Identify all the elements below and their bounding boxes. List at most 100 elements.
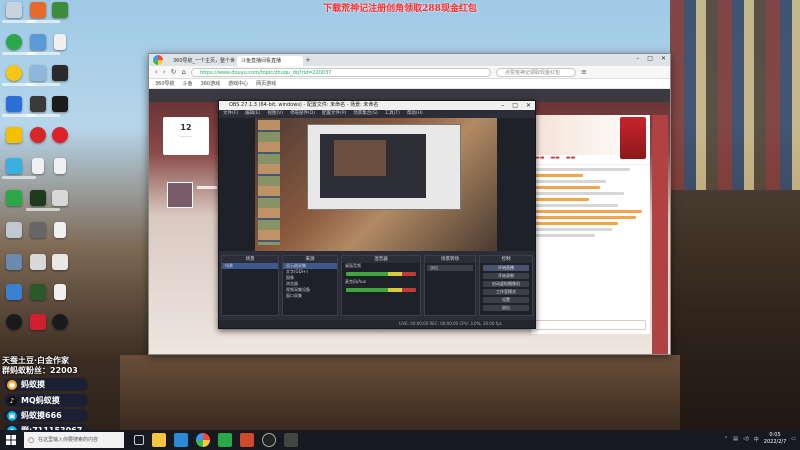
forward-icon[interactable]: › [163,68,166,76]
app-icon[interactable] [30,190,46,206]
app-icon[interactable] [52,190,68,206]
browser-360-icon[interactable] [196,433,210,447]
studio-mode-button[interactable]: 工作室模式 [483,289,529,295]
network-icon[interactable]: ▤ [733,436,738,442]
file-icon[interactable] [54,34,66,50]
browser-tab-active[interactable]: 斗鱼直播间看直播 [237,56,303,66]
avatar[interactable] [167,182,193,208]
windows-start-icon[interactable] [0,430,22,450]
chat-message [535,180,607,183]
obs-preview[interactable] [219,118,535,251]
app-icon[interactable] [6,65,22,81]
start-recording-button[interactable]: 开始录制 [483,273,529,279]
menu-tools[interactable]: 工具(T) [385,110,400,118]
app-icon[interactable] [52,314,68,330]
start-streaming-button[interactable]: 开始直播 [483,265,529,271]
bookmark-item[interactable]: 游戏中心 [228,80,248,87]
app-icon[interactable] [30,127,46,143]
app-icon[interactable] [6,254,22,270]
app-icon[interactable] [52,65,68,81]
notification-icon[interactable]: ▭ [791,436,796,442]
refresh-icon[interactable]: ↻ [171,68,177,76]
app-icon[interactable] [6,34,22,50]
file-explorer-icon[interactable] [152,433,166,447]
app-icon[interactable] [6,284,22,300]
app-icon[interactable] [30,314,46,330]
menu-view[interactable]: 视图(V) [267,110,283,118]
audio-meter[interactable] [346,288,416,292]
transition-select[interactable]: 淡出 [427,265,473,271]
app-icon[interactable] [6,96,22,112]
menu-file[interactable]: 文件(F) [223,110,238,118]
file-icon[interactable] [54,284,66,300]
qq-icon[interactable] [6,314,22,330]
app-icon[interactable] [6,127,22,143]
exit-button[interactable]: 退出 [483,305,529,311]
app-icon[interactable] [30,2,46,18]
browser-tab[interactable]: 360导航_一个主页，整个世界 [169,56,235,66]
recycle-bin-icon[interactable] [6,2,22,18]
app-icon[interactable] [30,65,46,81]
home-icon[interactable]: ⌂ [182,68,186,76]
task-view-icon[interactable] [134,435,144,445]
file-icon[interactable] [32,158,44,174]
virtual-camera-button[interactable]: 启动虚拟摄像机 [483,281,529,287]
browser-search-box[interactable]: 点赞荒神记领取现金红包 [495,67,576,77]
chevron-up-icon[interactable]: ⌃ [724,436,728,442]
close-icon[interactable]: ✕ [661,55,666,62]
menu-icon[interactable]: ≡ [581,68,587,76]
menu-help[interactable]: 帮助(H) [407,110,423,118]
file-icon[interactable] [54,222,66,238]
app-icon[interactable] [52,2,68,18]
settings-button[interactable]: 设置 [483,297,529,303]
app-icon[interactable] [174,433,188,447]
close-icon[interactable]: ✕ [526,101,531,110]
app-icon[interactable] [6,222,22,238]
follow-card[interactable]: 12 ——— [163,117,209,155]
ime-icon[interactable]: 中 [754,436,759,443]
bookmark-item[interactable]: 360导航 [155,80,175,87]
app-icon[interactable] [52,127,68,143]
app-icon[interactable] [6,190,22,206]
volume-icon[interactable]: ◁) [743,436,749,442]
back-icon[interactable]: ‹ [155,68,158,76]
file-icon[interactable] [54,158,66,174]
bookmark-item[interactable]: 斗鱼 [183,80,193,87]
chat-input[interactable] [535,320,646,330]
audio-meter[interactable] [346,272,416,276]
menu-profile[interactable]: 配置文件(P) [322,110,346,118]
tab-rank[interactable]: ▬▬ [535,155,544,164]
event-badge[interactable] [620,117,646,159]
maximize-icon[interactable]: □ [512,101,518,110]
new-tab-icon[interactable]: + [305,56,313,66]
app-icon[interactable] [30,34,46,50]
maximize-icon[interactable]: □ [647,55,653,62]
app-icon[interactable] [218,433,232,447]
taskbar-search-input[interactable]: 在这里输入你要搜索的内容 [24,432,124,448]
source-item[interactable]: 窗口采集 [283,293,337,299]
app-icon[interactable] [284,433,298,447]
scene-item[interactable]: 场景 [222,263,278,269]
tab-vip[interactable]: ▬▬ [566,155,575,164]
app-icon[interactable] [240,433,254,447]
menu-docks[interactable]: 停靠部件(D) [290,110,315,118]
side-toolbar [652,115,668,354]
minimize-icon[interactable]: – [636,55,639,62]
bookmark-item[interactable]: 网页游戏 [256,80,276,87]
clock[interactable]: 0:05 2022/2/7 [764,432,786,446]
address-bar[interactable]: https://www.douyu.com/topic/zhuqu_dq?rid… [190,67,491,77]
app-icon[interactable] [30,96,46,112]
tab-fans[interactable]: ▬▬ [550,155,559,164]
app-icon[interactable] [30,222,46,238]
bookmark-item[interactable]: 360游戏 [201,80,221,87]
obs-icon[interactable] [262,433,276,447]
app-icon[interactable] [30,254,46,270]
app-icon[interactable] [52,96,68,112]
menu-scene-collection[interactable]: 场景集合(S) [353,110,377,118]
app-icon[interactable] [6,158,22,174]
minimize-icon[interactable]: – [501,101,504,110]
browser-window: 360导航_一个主页，整个世界 斗鱼直播间看直播 + – □ ✕ ‹ › ↻ ⌂… [148,53,671,355]
menu-edit[interactable]: 编辑(E) [245,110,260,118]
app-icon[interactable] [52,254,68,270]
app-icon[interactable] [30,284,46,300]
